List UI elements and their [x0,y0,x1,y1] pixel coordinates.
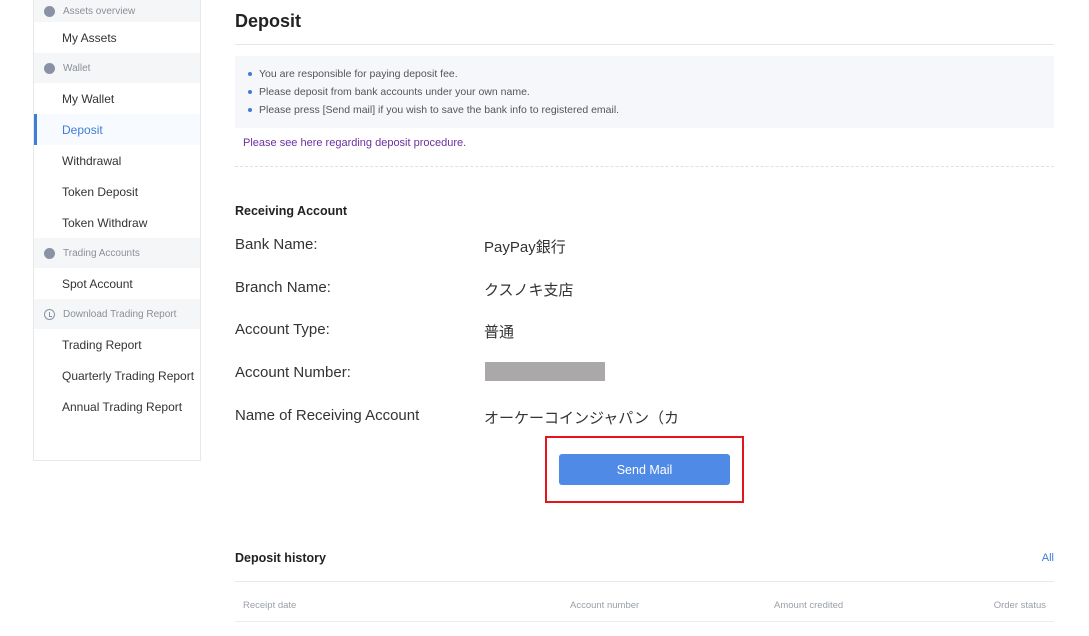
sidebar-item-token-deposit[interactable]: Token Deposit [34,176,200,207]
sidebar-section-trading-accounts: Trading Accounts [34,238,200,268]
sidebar-item-my-assets[interactable]: My Assets [34,22,200,53]
sidebar-item-label: My Assets [62,30,117,45]
deposit-history-heading: Deposit history [235,551,326,565]
column-header-account-number: Account number [570,600,640,611]
clock-icon [44,308,55,320]
sidebar-item-annual-trading-report[interactable]: Annual Trading Report [34,391,200,422]
wallet-icon [44,62,55,74]
receiving-account-name-label: Name of Receiving Account [235,407,420,424]
notice-item: Please press [Send mail] if you wish to … [247,101,1054,119]
sidebar-item-label: Withdrawal [62,153,122,168]
sidebar-item-label: Spot Account [62,276,133,291]
sidebar-section-assets-overview: Assets overview [34,0,200,22]
notice-box: You are responsible for paying deposit f… [235,56,1054,128]
send-mail-button[interactable]: Send Mail [559,454,730,485]
divider [235,581,1054,582]
deposit-procedure-link[interactable]: Please see here regarding deposit proced… [243,137,466,149]
divider [235,44,1054,45]
divider [235,621,1054,622]
sidebar-item-withdrawal[interactable]: Withdrawal [34,145,200,176]
account-number-redacted [485,362,605,381]
bank-name-label: Bank Name: [235,236,318,253]
sidebar-item-label: Deposit [62,122,103,137]
sidebar-section-label: Assets overview [63,5,136,17]
receiving-account-name-value: オーケーコインジャパン（カ [484,410,680,427]
page-title: Deposit [235,11,302,31]
sidebar-item-trading-report[interactable]: Trading Report [34,329,200,360]
account-number-label: Account Number: [235,364,351,381]
sidebar-item-label: Quarterly Trading Report [62,368,195,383]
divider [235,166,1054,167]
notice-item: You are responsible for paying deposit f… [247,65,1054,83]
sidebar-item-spot-account[interactable]: Spot Account [34,268,200,299]
sidebar: Assets overview My Assets Wallet My Wall… [33,0,201,461]
account-type-label: Account Type: [235,321,330,338]
sidebar-item-quarterly-trading-report[interactable]: Quarterly Trading Report [34,360,200,391]
sidebar-item-deposit[interactable]: Deposit [34,114,200,145]
sidebar-item-label: Trading Report [62,337,142,352]
sidebar-section-label: Trading Accounts [63,247,140,259]
sidebar-item-label: Annual Trading Report [62,399,183,414]
column-header-receipt-date: Receipt date [243,600,297,611]
account-type-value: 普通 [484,324,515,341]
column-header-order-status: Order status [993,600,1046,611]
sidebar-section-label: Wallet [63,62,91,74]
account-icon [44,247,55,259]
bank-name-value: PayPay銀行 [484,239,566,256]
branch-name-label: Branch Name: [235,279,331,296]
branch-name-value: クスノキ支店 [484,282,574,299]
sidebar-section-download-trading-report: Download Trading Report [34,299,200,329]
notice-item: Please deposit from bank accounts under … [247,83,1054,101]
sidebar-item-label: Token Deposit [62,184,139,199]
sidebar-section-label: Download Trading Report [63,308,177,320]
history-all-link[interactable]: All [1042,552,1054,564]
receiving-account-heading: Receiving Account [235,204,348,218]
sidebar-item-label: My Wallet [62,91,115,106]
sidebar-item-label: Token Withdraw [62,215,148,230]
sidebar-section-wallet: Wallet [34,53,200,83]
column-header-amount-credited: Amount credited [774,600,844,611]
coin-icon [44,5,55,17]
sidebar-item-token-withdraw[interactable]: Token Withdraw [34,207,200,238]
sidebar-item-my-wallet[interactable]: My Wallet [34,83,200,114]
